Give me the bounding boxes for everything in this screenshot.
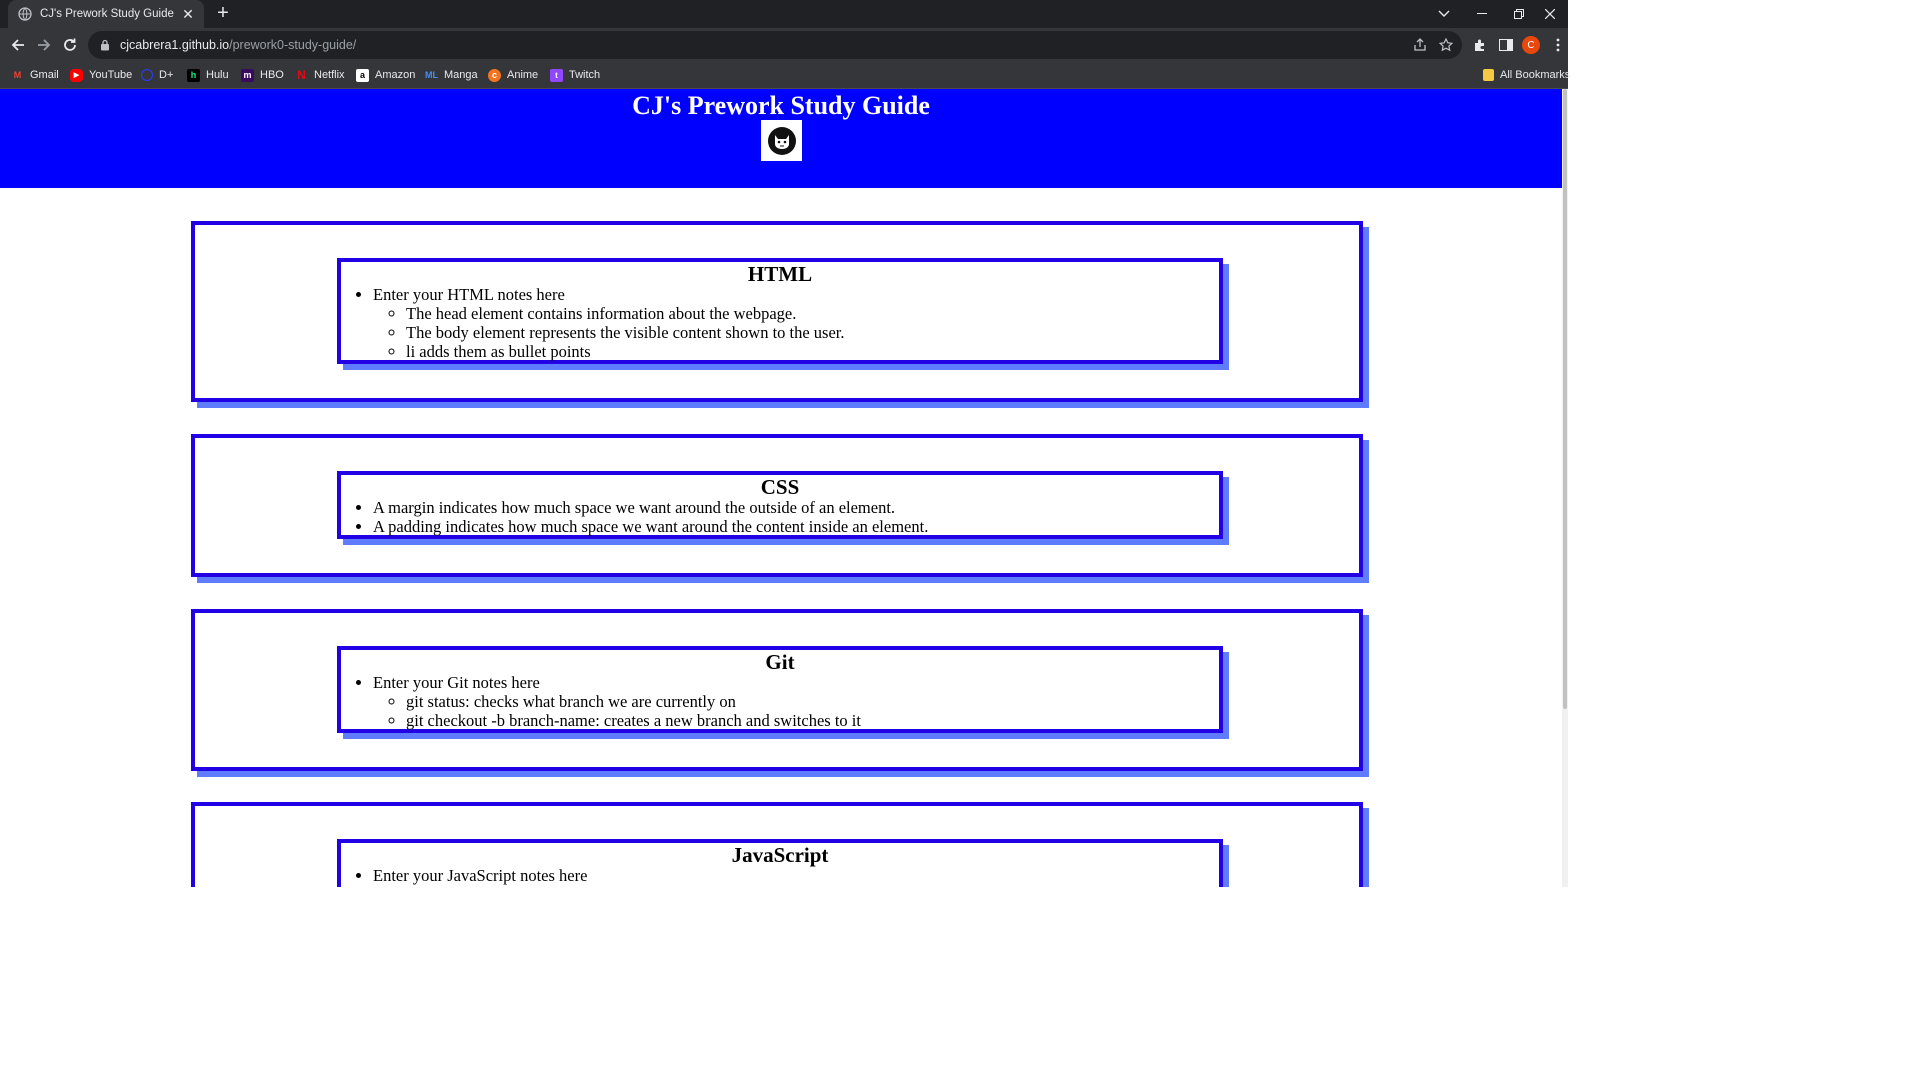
list-item: The head element contains information ab… <box>406 304 1219 323</box>
notes-card-git: Git Enter your Git notes here git status… <box>337 646 1223 733</box>
browser-titlebar: CJ's Prework Study Guide ✕ + <box>0 0 1568 28</box>
bookmark-star-icon[interactable] <box>1438 37 1454 53</box>
notes-card-javascript: JavaScript Enter your JavaScript notes h… <box>337 839 1223 887</box>
minimize-button[interactable] <box>1464 0 1500 28</box>
list-item: li adds them as bullet points <box>406 342 1219 361</box>
list-item: Enter your JavaScript notes here <box>373 866 1219 885</box>
new-tab-button[interactable]: + <box>212 3 234 25</box>
bookmark-manga[interactable]: ML Manga <box>425 67 478 83</box>
list-item: Enter your HTML notes here The head elem… <box>373 285 1219 361</box>
browser-tab-active[interactable]: CJ's Prework Study Guide ✕ <box>8 0 204 28</box>
disney-plus-icon <box>141 69 153 81</box>
bookmark-amazon[interactable]: a Amazon <box>356 67 415 83</box>
notes-list: Enter your JavaScript notes here <box>341 866 1219 885</box>
bookmark-anime[interactable]: c Anime <box>488 67 538 83</box>
section-heading-git: Git <box>765 650 795 674</box>
bookmark-disney-plus[interactable]: D+ <box>141 67 173 83</box>
list-item: git checkout -b branch-name: creates a n… <box>406 711 1219 730</box>
list-item: Enter your Git notes here git status: ch… <box>373 673 1219 730</box>
bookmark-twitch[interactable]: t Twitch <box>550 67 600 83</box>
bookmark-youtube[interactable]: ▶ YouTube <box>70 67 132 83</box>
section-heading-css: CSS <box>760 475 800 499</box>
hulu-icon: h <box>187 68 200 82</box>
notes-list: Enter your HTML notes here The head elem… <box>341 285 1219 361</box>
address-bar[interactable]: cjcabrera1.github.io/prework0-study-guid… <box>88 31 1462 59</box>
reload-icon[interactable] <box>58 33 82 57</box>
all-bookmarks-folder[interactable]: All Bookmarks <box>1483 67 1570 83</box>
netflix-icon: N <box>297 68 306 82</box>
manga-icon: ML <box>425 70 438 80</box>
page-header: CJ's Prework Study Guide <box>0 89 1562 188</box>
cat-logo-icon <box>767 126 796 155</box>
profile-avatar[interactable]: C <box>1522 36 1540 54</box>
url-path: /prework0-study-guide/ <box>229 38 357 52</box>
section-card-css: CSS A margin indicates how much space we… <box>191 434 1363 577</box>
lock-icon <box>100 39 110 51</box>
close-window-button[interactable] <box>1532 0 1568 28</box>
extensions-icon[interactable] <box>1471 36 1489 54</box>
forward-arrow-icon[interactable] <box>32 33 56 57</box>
section-card-git: Git Enter your Git notes here git status… <box>191 609 1363 771</box>
back-arrow-icon[interactable] <box>6 33 30 57</box>
close-tab-icon[interactable]: ✕ <box>180 6 196 23</box>
more-menu-icon[interactable] <box>1549 36 1567 54</box>
hbo-icon: m <box>241 68 254 82</box>
web-page: CJ's Prework Study Guide HTML Enter your… <box>0 89 1562 887</box>
section-card-javascript: JavaScript Enter your JavaScript notes h… <box>191 802 1363 887</box>
page-title: CJ's Prework Study Guide <box>632 91 930 120</box>
folder-icon <box>1483 69 1494 81</box>
bookmark-gmail[interactable]: M Gmail <box>11 67 59 83</box>
notes-list: A margin indicates how much space we wan… <box>341 498 1219 536</box>
share-icon[interactable] <box>1412 37 1428 53</box>
bookmarks-bar: M Gmail ▶ YouTube D+ h Hulu m HBO N Netflix a… <box>0 62 1570 89</box>
list-item: The body element represents the visible … <box>406 323 1219 342</box>
globe-icon <box>18 7 32 21</box>
bookmark-hulu[interactable]: h Hulu <box>187 67 229 83</box>
tab-search-icon[interactable] <box>1426 0 1462 28</box>
scrollbar-thumb[interactable] <box>1563 89 1567 709</box>
crunchyroll-icon: c <box>488 68 501 82</box>
bookmark-netflix[interactable]: N Netflix <box>295 67 344 83</box>
twitch-icon: t <box>550 68 563 82</box>
notes-card-css: CSS A margin indicates how much space we… <box>337 471 1223 539</box>
notes-list: Enter your Git notes here git status: ch… <box>341 673 1219 730</box>
side-panel-icon[interactable] <box>1497 36 1515 54</box>
page-scrollbar[interactable] <box>1562 89 1568 887</box>
url-host: cjcabrera1.github.io <box>120 38 230 52</box>
section-heading-html: HTML <box>747 262 813 286</box>
notes-card-html: HTML Enter your HTML notes here The head… <box>337 258 1223 364</box>
youtube-icon: ▶ <box>70 68 83 82</box>
bookmark-hbo[interactable]: m HBO <box>241 67 284 83</box>
sub-notes-list: git status: checks what branch we are cu… <box>373 692 1219 730</box>
browser-toolbar: cjcabrera1.github.io/prework0-study-guid… <box>0 28 1568 62</box>
amazon-icon: a <box>356 68 369 82</box>
section-card-html: HTML Enter your HTML notes here The head… <box>191 221 1363 402</box>
sub-notes-list: The head element contains information ab… <box>373 304 1219 361</box>
tab-title: CJ's Prework Study Guide <box>40 8 174 20</box>
section-heading-javascript: JavaScript <box>731 843 829 867</box>
list-item: A padding indicates how much space we wa… <box>373 517 1219 536</box>
gmail-icon: M <box>13 70 22 80</box>
list-item: git status: checks what branch we are cu… <box>406 692 1219 711</box>
list-item: A margin indicates how much space we wan… <box>373 498 1219 517</box>
logo <box>761 120 802 161</box>
